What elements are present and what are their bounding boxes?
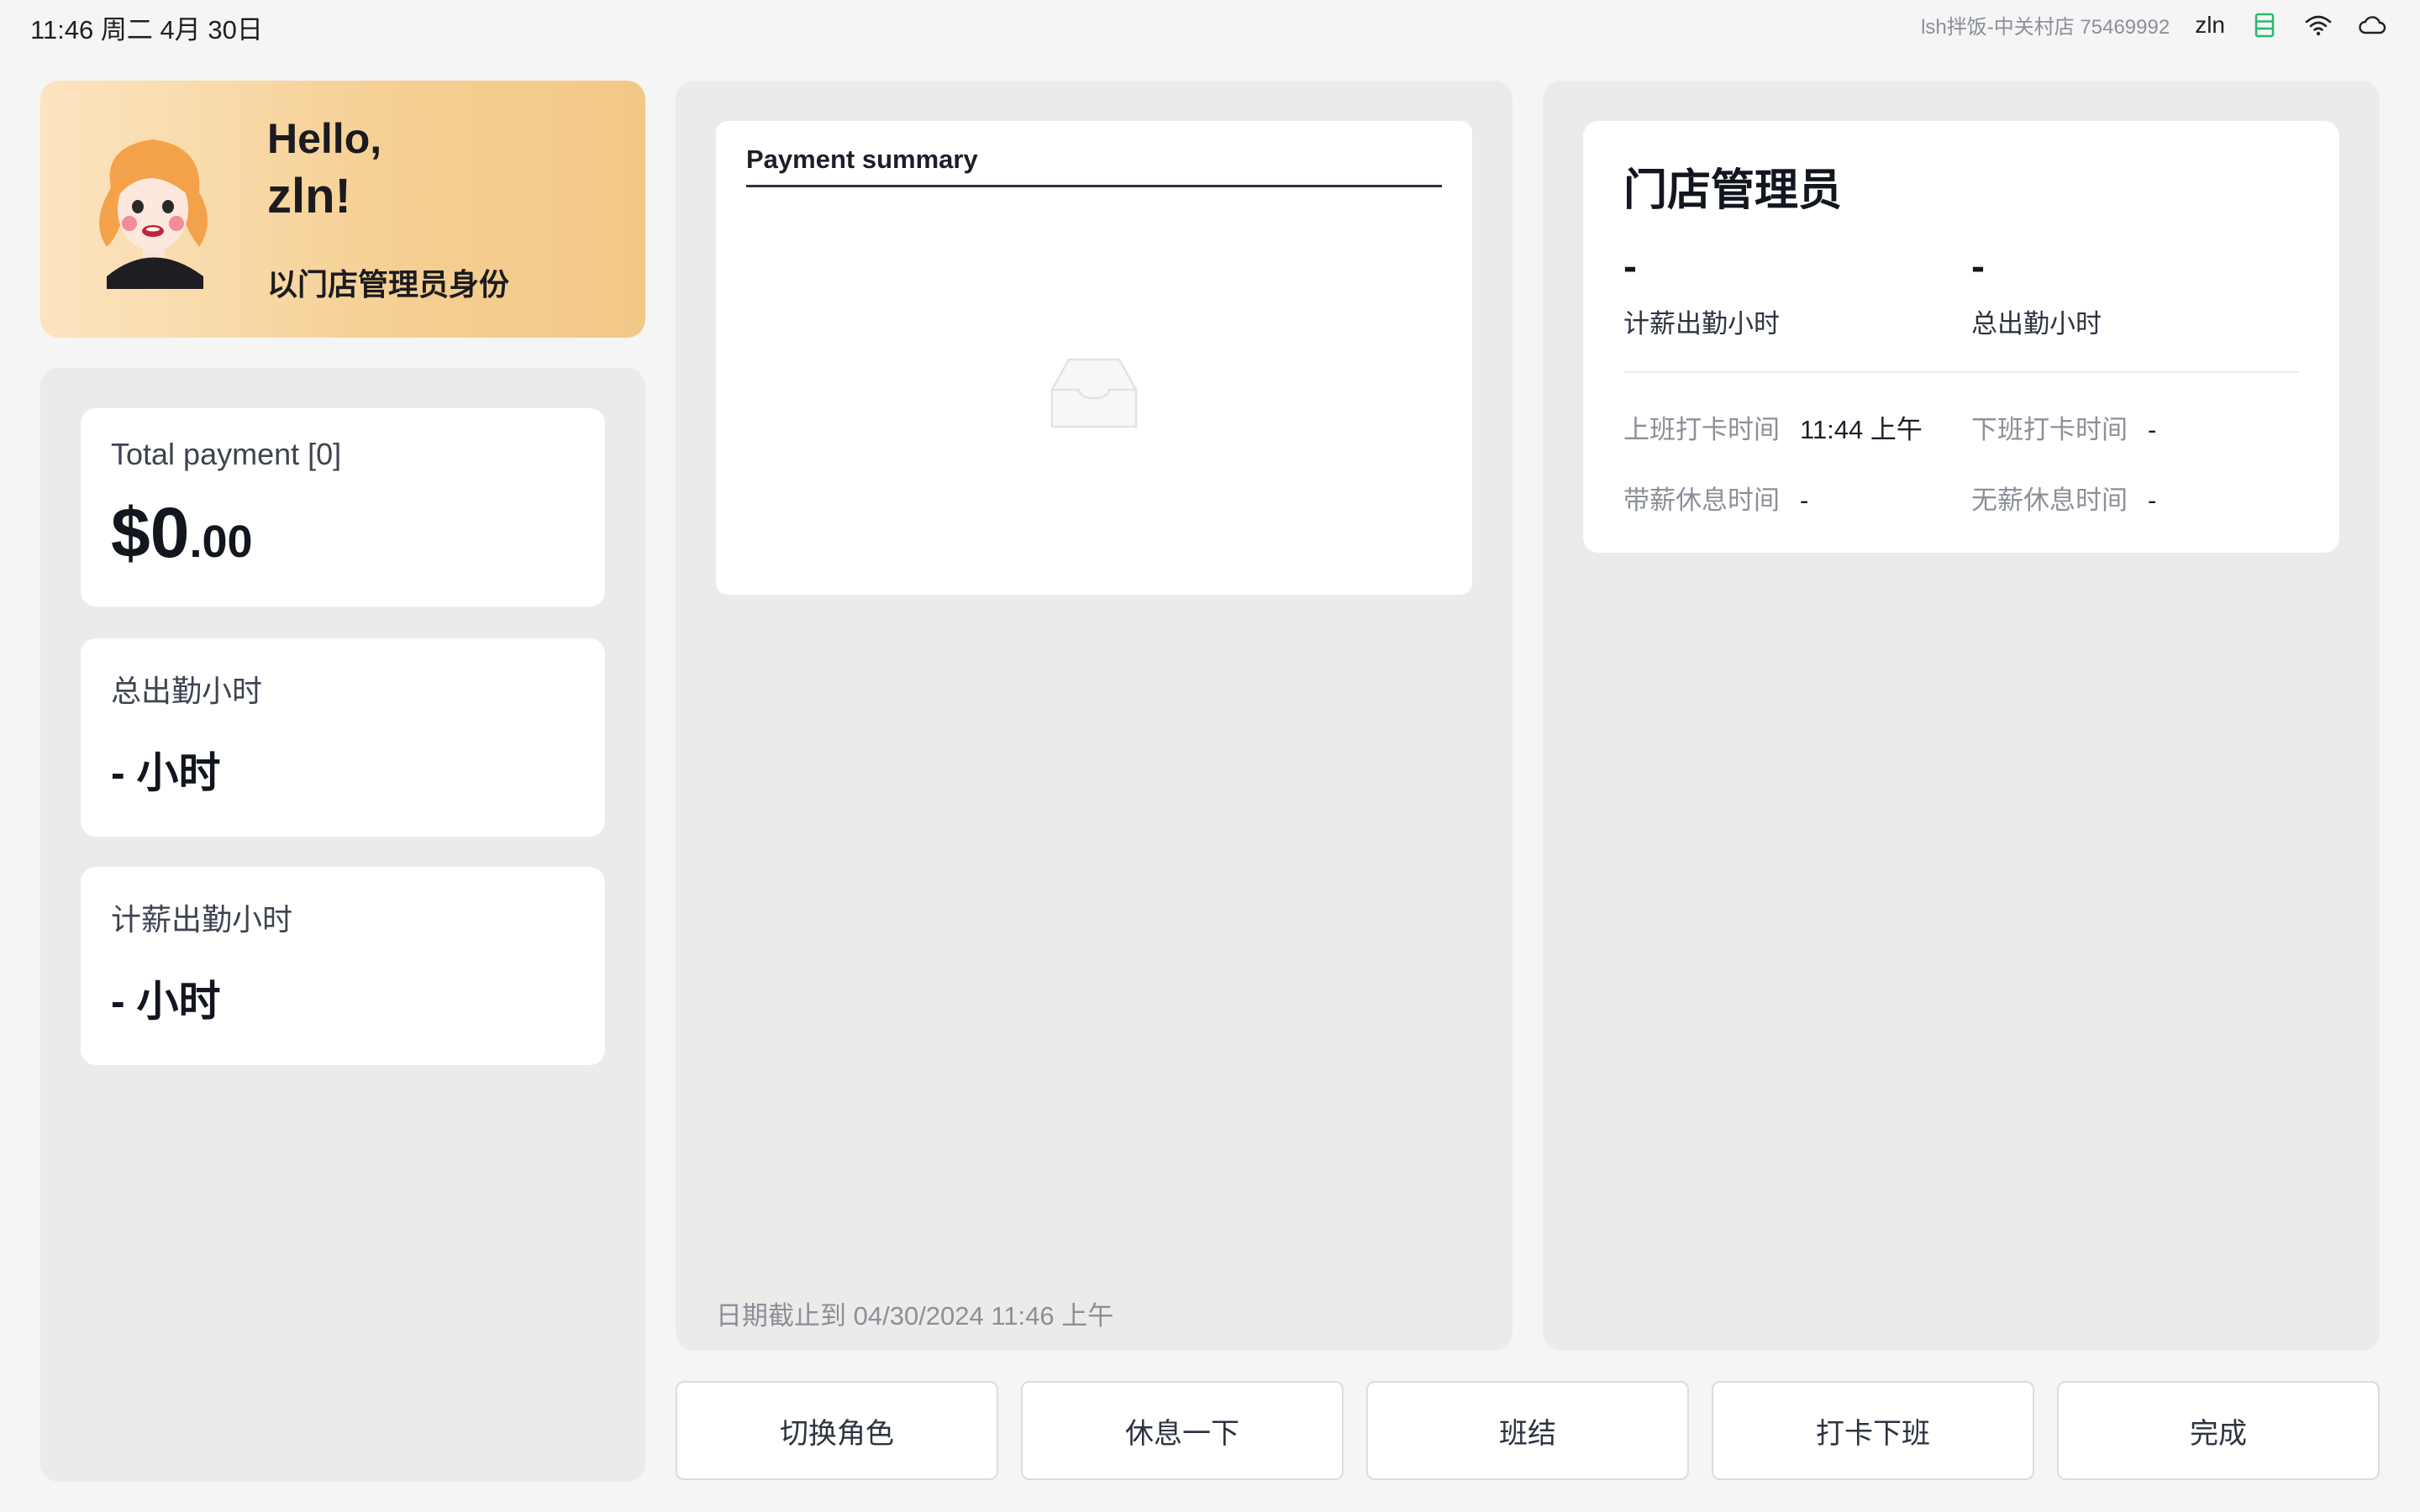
status-user: zln xyxy=(2195,11,2225,38)
empty-inbox-icon xyxy=(1049,356,1139,430)
tab-payment-summary[interactable]: Payment summary xyxy=(746,144,1442,187)
role-paid-hours: - 计薪出勤小时 xyxy=(1623,244,1780,340)
role-total-hours: - 总出勤小时 xyxy=(1971,244,2102,340)
role-paid-hours-value: - xyxy=(1623,244,1637,289)
take-break-button[interactable]: 休息一下 xyxy=(1021,1381,1344,1480)
payment-summary-card: Payment summary xyxy=(716,121,1472,595)
paid-break-value: - xyxy=(1800,486,1809,515)
payment-summary-panel: Payment summary 日期截止到 04/30/2024 11:46 上… xyxy=(676,81,1512,1351)
clock-out-value: - xyxy=(2148,415,2157,444)
clock-out-label: 下班打卡时间 xyxy=(1971,415,2128,444)
total-hours-label: 总出勤小时 xyxy=(111,674,263,708)
switch-role-button[interactable]: 切换角色 xyxy=(676,1381,998,1480)
done-button[interactable]: 完成 xyxy=(2057,1381,2380,1480)
unpaid-break-value: - xyxy=(2148,486,2157,515)
status-right-group: lsh拌饭-中关村店 75469992 zln xyxy=(1921,10,2386,39)
total-hours-value: - 小时 xyxy=(111,749,221,796)
role-title: 门店管理员 xyxy=(1623,166,1843,215)
wifi-icon xyxy=(2304,11,2333,39)
role-panel: 门店管理员 - 计薪出勤小时 - 总出勤小时 上班打卡时间 11:44 上午 下班… xyxy=(1543,81,2380,1351)
role-divider xyxy=(1623,371,2299,373)
status-bar: 11:46 周二 4月 30日 lsh拌饭-中关村店 75469992 zln xyxy=(0,0,2420,50)
shift-close-button[interactable]: 班结 xyxy=(1366,1381,1689,1480)
store-info: lsh拌饭-中关村店 75469992 xyxy=(1921,16,2170,39)
stats-panel: Total payment [0] $0.00 总出勤小时 - 小时 计薪出勤小… xyxy=(40,368,645,1482)
unpaid-break-row: 无薪休息时间 - xyxy=(1971,479,2156,517)
clock-out-button[interactable]: 打卡下班 xyxy=(1712,1381,2034,1480)
hello-card: Hello, zln! 以门店管理员身份 xyxy=(40,81,645,338)
server-icon[interactable] xyxy=(2250,11,2279,39)
hello-greeting: Hello, xyxy=(267,115,382,162)
tab-payment-summary-label: Payment summary xyxy=(746,144,978,174)
cloud-icon xyxy=(2358,11,2386,39)
hello-role-line: 以门店管理员身份 xyxy=(267,267,510,302)
paid-hours-label: 计薪出勤小时 xyxy=(111,902,293,937)
role-paid-hours-label: 计薪出勤小时 xyxy=(1623,309,1780,339)
clock-in-label: 上班打卡时间 xyxy=(1623,415,1780,444)
role-total-hours-label: 总出勤小时 xyxy=(1971,309,2102,339)
paid-break-label: 带薪休息时间 xyxy=(1623,486,1780,515)
clock-out-row: 下班打卡时间 - xyxy=(1971,408,2156,446)
total-payment-label: Total payment [0] xyxy=(111,437,342,471)
clock-in-value: 11:44 上午 xyxy=(1800,415,1923,444)
total-payment-cents: .00 xyxy=(189,517,253,567)
total-payment-value: $0.00 xyxy=(111,492,253,574)
status-datetime: 11:46 周二 4月 30日 xyxy=(30,15,263,45)
unpaid-break-label: 无薪休息时间 xyxy=(1971,486,2128,515)
paid-break-row: 带薪休息时间 - xyxy=(1623,479,1808,517)
total-hours-card: 总出勤小时 - 小时 xyxy=(81,638,605,837)
role-total-hours-value: - xyxy=(1971,244,1985,289)
date-cutoff-note: 日期截止到 04/30/2024 11:46 上午 xyxy=(716,1301,1114,1331)
paid-hours-card: 计薪出勤小时 - 小时 xyxy=(81,867,605,1065)
total-payment-main: $0 xyxy=(111,493,190,572)
hello-name: zln! xyxy=(267,169,351,223)
avatar xyxy=(77,129,229,289)
role-card: 门店管理员 - 计薪出勤小时 - 总出勤小时 上班打卡时间 11:44 上午 下班… xyxy=(1583,121,2339,553)
total-payment-card: Total payment [0] $0.00 xyxy=(81,408,605,606)
clock-in-row: 上班打卡时间 11:44 上午 xyxy=(1623,408,1923,446)
paid-hours-value: - 小时 xyxy=(111,978,221,1025)
